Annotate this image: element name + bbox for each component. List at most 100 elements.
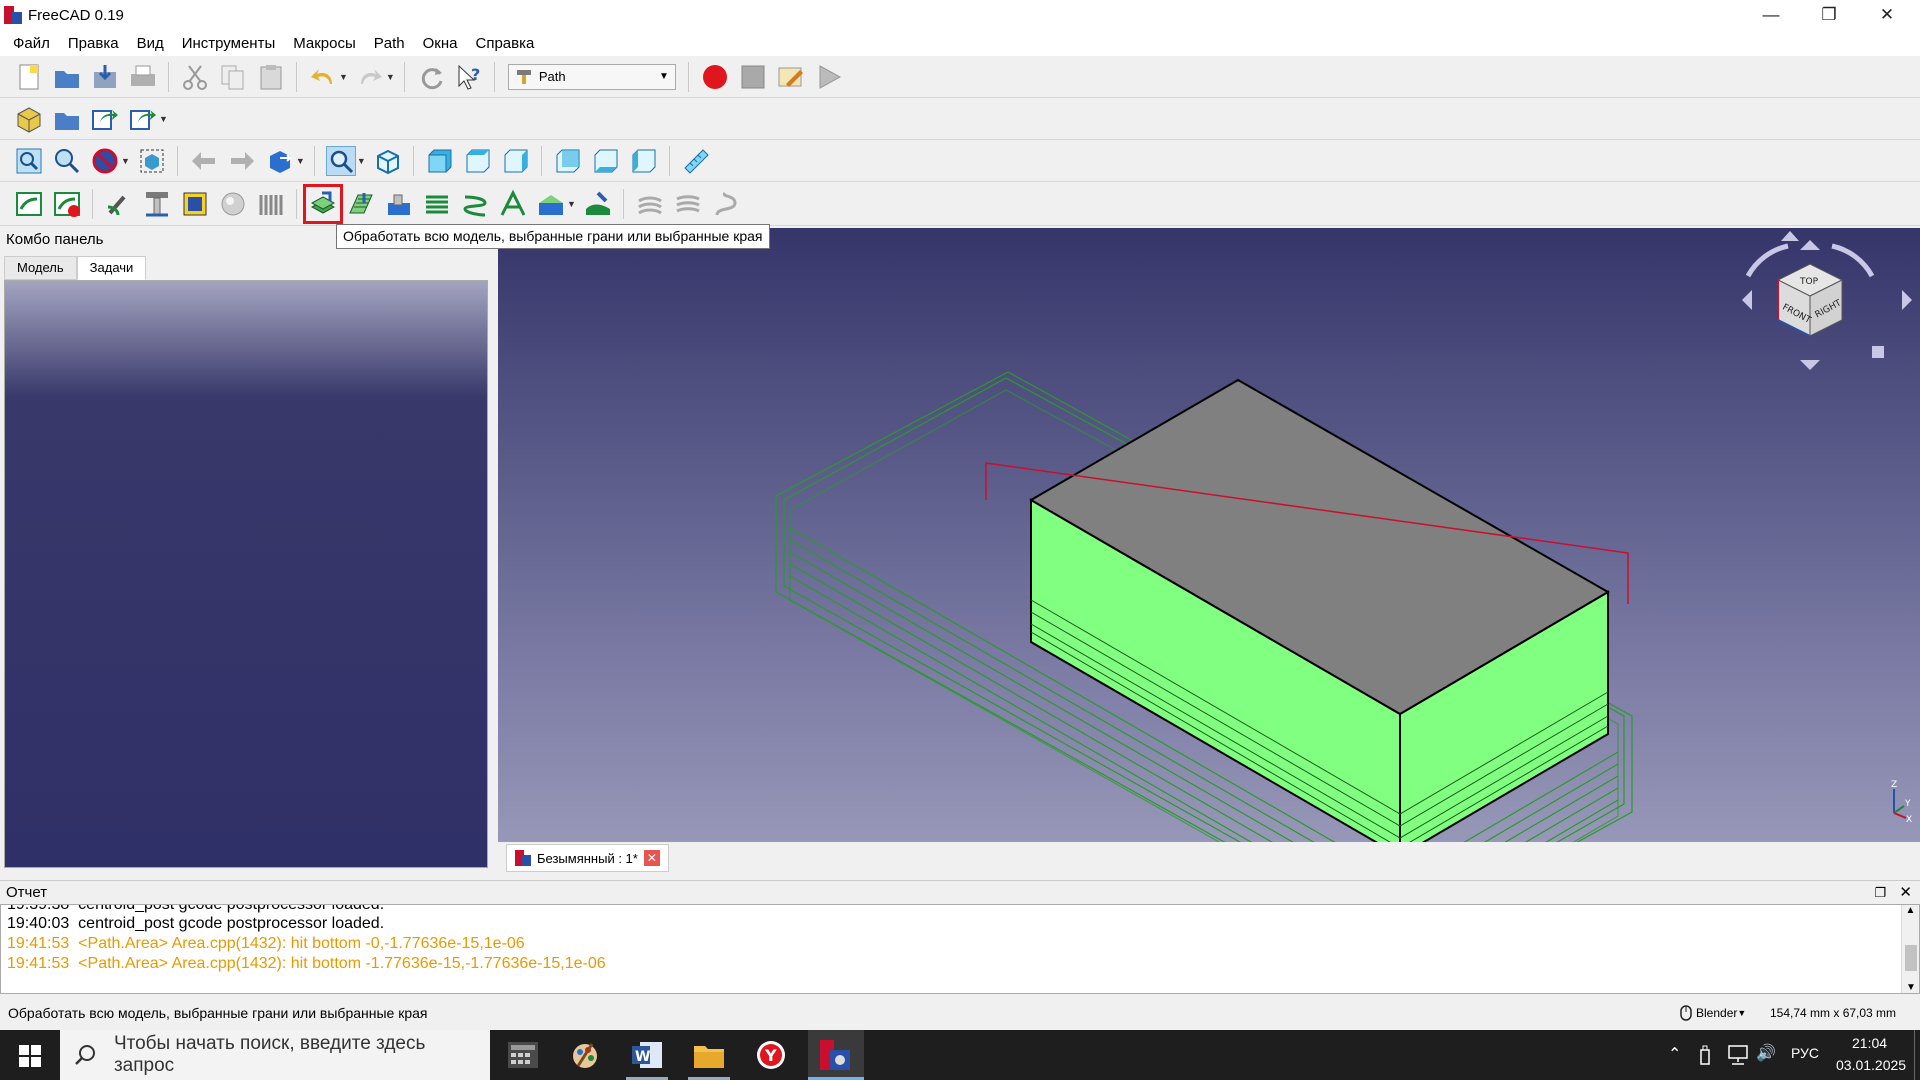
tab-tasks[interactable]: Задачи [76,256,147,280]
path-tool-bit-icon[interactable] [142,189,172,219]
usb-device-icon[interactable] [1698,1044,1712,1066]
word-icon[interactable]: W [632,1040,662,1070]
path-helix-icon[interactable] [460,189,490,219]
navcube-menu-icon[interactable] [1872,346,1884,358]
clock-date[interactable]: 03.01.2025 [1836,1057,1906,1073]
path-job-icon[interactable] [14,104,44,134]
view-top-icon[interactable] [463,146,493,176]
macro-stop-icon[interactable] [738,62,768,92]
menu-tools[interactable]: Инструменты [173,35,285,52]
view-front-icon[interactable] [425,146,455,176]
close-icon[interactable]: ✕ [1858,0,1916,30]
draw-style-dropdown-icon[interactable]: ▼ [121,156,130,166]
save-icon[interactable] [90,62,120,92]
whats-this-icon[interactable]: ? [454,62,484,92]
bounding-box-icon[interactable] [137,146,167,176]
copy-icon[interactable] [218,62,248,92]
cut-icon[interactable] [180,62,210,92]
view-right-icon[interactable] [501,146,531,176]
document-tab[interactable]: Безымянный : 1* ✕ [506,844,669,872]
refresh-icon[interactable] [416,62,446,92]
redo-dropdown-icon[interactable]: ▼ [386,72,395,82]
close-panel-icon[interactable]: ✕ [1899,881,1912,905]
view-left-icon[interactable] [629,146,659,176]
paste-icon[interactable] [256,62,286,92]
sync-view-dropdown-icon[interactable]: ▼ [296,156,305,166]
post-process-dropdown-icon[interactable]: ▼ [159,114,168,124]
path-adaptive-dropdown-icon[interactable]: ▼ [567,199,576,209]
workbench-selector[interactable]: Path ▼ [507,63,676,90]
macro-edit-icon[interactable] [776,62,806,92]
tab-model[interactable]: Модель [4,256,77,280]
minimize-icon[interactable]: — [1742,0,1800,30]
path-sanity-icon[interactable] [52,189,82,219]
path-engrave-icon[interactable] [498,189,528,219]
menu-view[interactable]: Вид [128,35,173,52]
view-fit-all-icon[interactable] [14,146,44,176]
sync-view-icon[interactable] [265,146,295,176]
draw-style-icon[interactable] [90,146,120,176]
path-fromshape-icon[interactable] [711,189,741,219]
measure-distance-icon[interactable] [681,146,711,176]
view-isometric-icon[interactable] [373,146,403,176]
report-scrollbar[interactable]: ▲ ▼ [1901,905,1919,993]
3d-viewport[interactable]: TOP FRONT RIGHT Z Y X [498,228,1920,842]
back-arrow-icon[interactable] [189,146,219,176]
zoom-dropdown-icon[interactable]: ▼ [357,156,366,166]
menu-path[interactable]: Path [365,35,414,52]
view-rear-icon[interactable] [553,146,583,176]
scroll-down-icon[interactable]: ▼ [1902,982,1919,993]
path-profile-icon[interactable] [303,183,343,224]
undo-dropdown-icon[interactable]: ▼ [339,72,348,82]
path-surface-icon[interactable] [583,189,613,219]
post-process-icon[interactable] [128,104,158,134]
report-view[interactable]: 19:39:38 centroid_post gcode postprocess… [0,904,1920,994]
file-explorer-icon[interactable] [694,1042,724,1068]
menu-file[interactable]: Файл [4,35,59,52]
freecad-taskbar-icon[interactable] [820,1040,850,1070]
menu-macro[interactable]: Макросы [284,35,365,52]
path-simulate-icon[interactable] [14,189,44,219]
windows-start-icon[interactable] [19,1045,41,1067]
paint-icon[interactable] [570,1040,600,1070]
yandex-browser-icon[interactable]: Y [756,1040,786,1070]
tool-library-icon[interactable] [52,104,82,134]
input-language[interactable]: РУС [1791,1045,1819,1061]
scroll-thumb[interactable] [1905,945,1917,971]
path-array-icon[interactable] [256,189,286,219]
path-tool-controller-icon[interactable] [104,189,134,219]
export-icon[interactable] [90,104,120,134]
forward-arrow-icon[interactable] [227,146,257,176]
open-folder-icon[interactable] [52,62,82,92]
undock-icon[interactable]: ❐ [1874,881,1886,905]
redo-icon[interactable] [355,62,385,92]
path-adaptive-icon[interactable] [536,189,566,219]
close-tab-icon[interactable]: ✕ [643,850,660,866]
path-dressup-icon[interactable] [635,189,665,219]
path-dressup-tags-icon[interactable] [673,189,703,219]
tray-chevron-icon[interactable]: ⌃ [1668,1044,1681,1064]
clock-time[interactable]: 21:04 [1852,1035,1887,1051]
path-sphere-icon[interactable] [218,189,248,219]
nav-style-selector[interactable]: Blender ▼ [1680,1005,1746,1021]
undo-icon[interactable] [308,62,338,92]
print-icon[interactable] [128,62,158,92]
calculator-icon[interactable] [508,1042,538,1068]
network-icon[interactable] [1726,1044,1750,1066]
scroll-up-icon[interactable]: ▲ [1902,905,1919,916]
zoom-box-icon[interactable] [325,145,356,176]
macro-record-icon[interactable] [700,62,730,92]
menu-edit[interactable]: Правка [59,35,128,52]
navigation-cube[interactable]: TOP FRONT RIGHT [1742,231,1912,370]
view-fit-selection-icon[interactable] [52,146,82,176]
new-file-icon[interactable] [14,62,44,92]
macro-run-icon[interactable] [814,62,844,92]
path-face-icon[interactable] [422,189,452,219]
show-desktop-button[interactable] [1914,1030,1920,1080]
restore-icon[interactable]: ❐ [1800,0,1858,30]
view-bottom-icon[interactable] [591,146,621,176]
menu-help[interactable]: Справка [467,35,544,52]
path-pocket-icon[interactable] [384,189,414,219]
menu-windows[interactable]: Окна [414,35,467,52]
taskbar-search[interactable]: Чтобы начать поиск, введите здесь запрос [60,1030,490,1080]
